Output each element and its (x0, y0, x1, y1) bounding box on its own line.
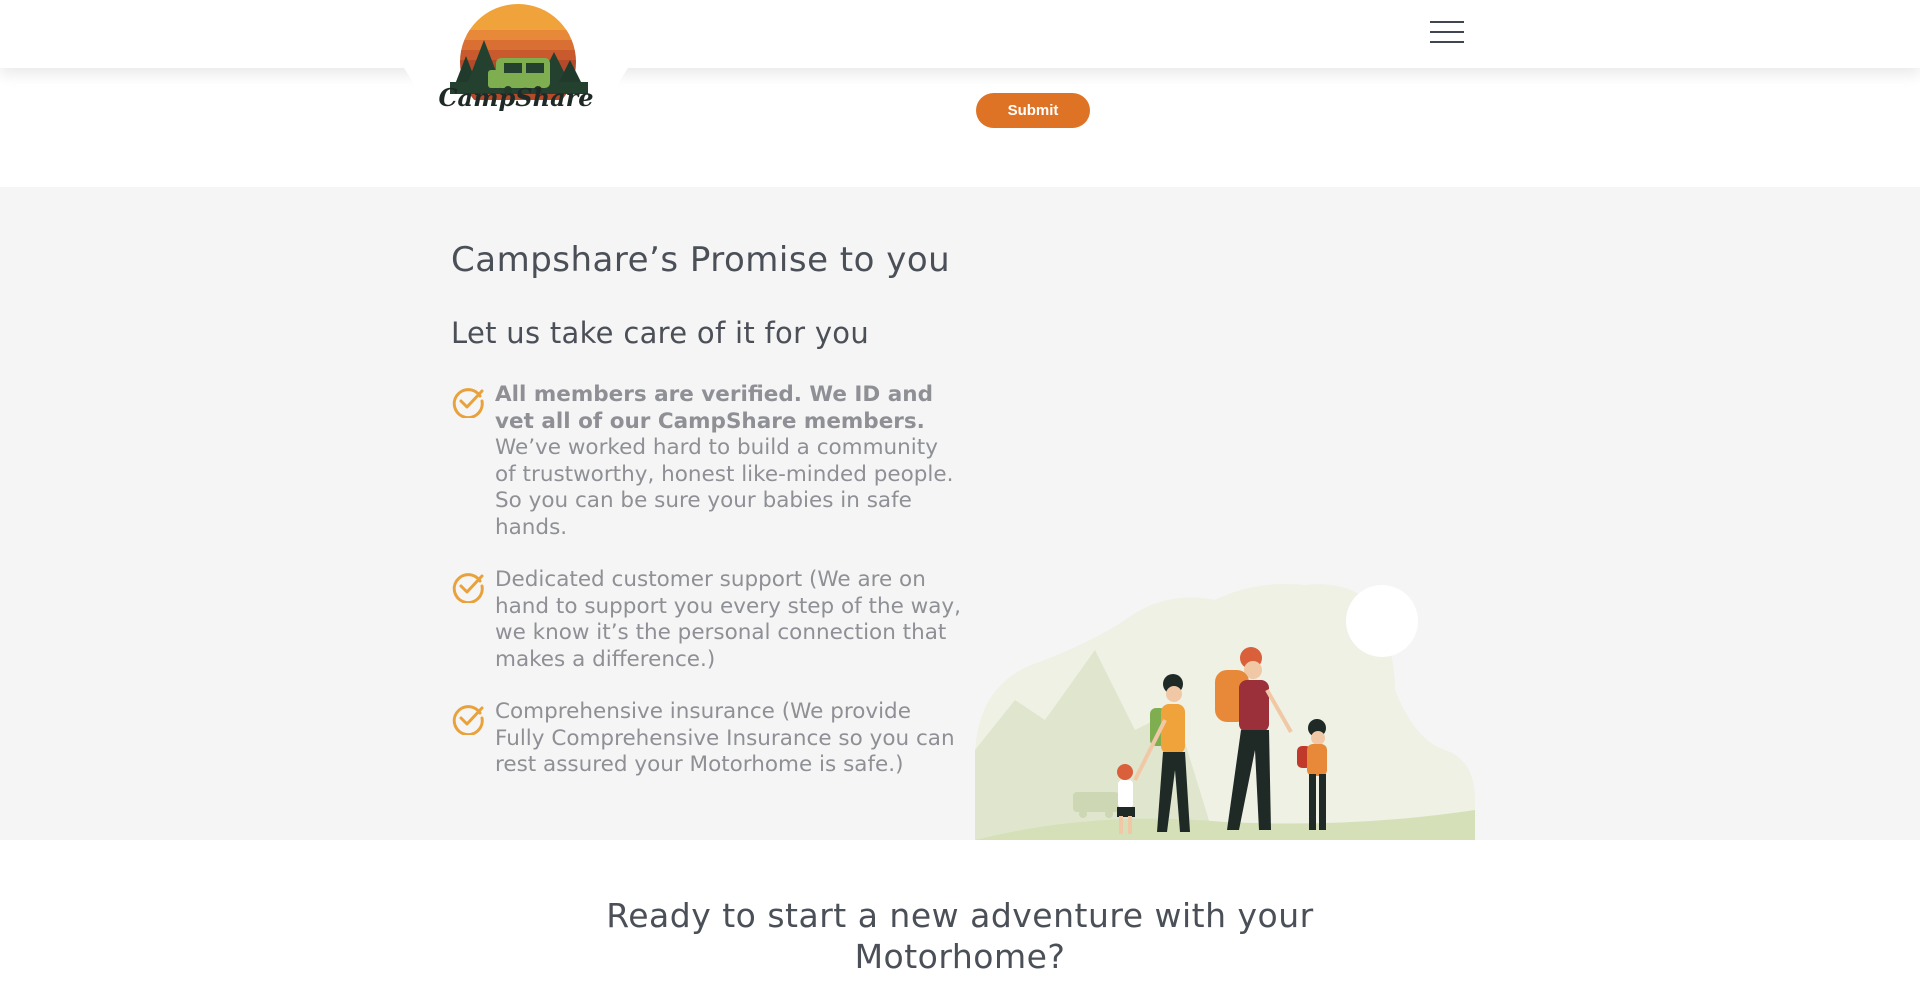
promise-title: Campshare’s Promise to you (451, 240, 951, 280)
family-hiking-illustration (975, 584, 1475, 840)
checkmark-circle-icon (452, 705, 484, 735)
cta-heading-line2: Motorhome? (854, 937, 1066, 976)
promise-item-text: Dedicated customer support (We are on ha… (495, 567, 961, 672)
promise-subtitle: Let us take care of it for you (451, 316, 870, 350)
cta-heading: Ready to start a new adventure with your… (0, 895, 1920, 977)
checkmark-circle-icon (452, 388, 484, 418)
logo-wordmark: CampShare (438, 83, 593, 112)
site-header (0, 0, 1920, 68)
cta-heading-line1: Ready to start a new adventure with your (606, 896, 1314, 935)
promise-item-text: Comprehensive insurance (We provide Full… (495, 699, 955, 777)
campshare-logo[interactable]: CampShare (404, 0, 628, 130)
checkmark-circle-icon (452, 573, 484, 603)
hamburger-menu-icon[interactable] (1430, 18, 1464, 46)
submit-button[interactable]: Submit (976, 93, 1090, 128)
promise-item-text: All members are verified. We ID and vet … (495, 382, 954, 540)
